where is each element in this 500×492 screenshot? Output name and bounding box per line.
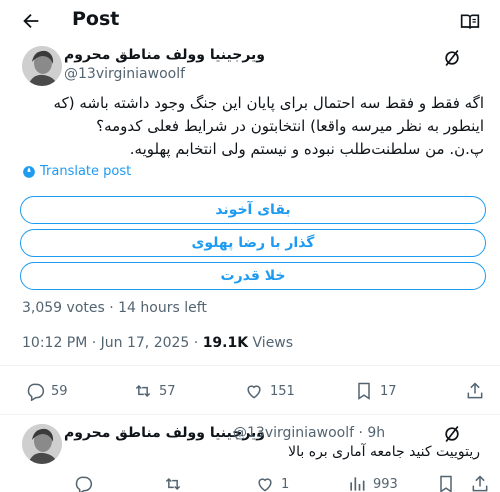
bookmark-icon	[440, 475, 452, 492]
post-text-line: اگه فقط و فقط سه احتمال برای پایان این ج…	[53, 94, 484, 112]
avatar[interactable]	[22, 424, 62, 464]
translate-label[interactable]: Translate post	[40, 164, 131, 179]
reply-bookmark-button[interactable]	[436, 474, 456, 492]
post-text-line: اینطور به نظر میرسه واقعا) انتخابتون در …	[96, 117, 484, 135]
reply-handle-time[interactable]: @13virginiawoolf · 9h	[233, 425, 385, 441]
poll-option-1[interactable]: بقای آخوند	[20, 196, 486, 224]
like-button[interactable]: 151	[244, 381, 295, 401]
poll-option-2[interactable]: گذار با رضا پهلوی	[20, 229, 486, 257]
reply-like-count: 1	[281, 476, 290, 492]
post-actions: 59 57 151 17	[0, 381, 500, 405]
post-time[interactable]: 10:12 PM · Jun 17, 2025 ·	[22, 335, 203, 351]
poll-meta: 3,059 votes · 14 hours left	[22, 300, 207, 316]
views-label: Views	[248, 335, 294, 351]
repost-count: 57	[159, 383, 176, 399]
repost-icon	[165, 477, 181, 491]
repost-button[interactable]: 57	[133, 381, 176, 401]
heart-icon	[247, 385, 261, 399]
repost-icon	[135, 384, 151, 398]
translate-icon	[23, 165, 35, 178]
reply-icon	[75, 476, 93, 492]
reply-like-button[interactable]: 1	[255, 474, 289, 492]
share-icon	[467, 382, 483, 399]
reply-share-button[interactable]	[470, 474, 490, 492]
reply-actions: 1 993	[0, 474, 500, 492]
post-text: اگه فقط و فقط سه احتمال برای پایان این ج…	[20, 92, 484, 161]
reply-views-count: 993	[373, 476, 398, 492]
author-handle[interactable]: @13virginiawoolf	[64, 66, 185, 82]
grok-icon[interactable]	[442, 424, 462, 444]
translate-post-link[interactable]: Translate post	[22, 164, 131, 179]
avatar[interactable]	[22, 46, 62, 86]
author-name[interactable]: ویرجینیا وولف مناطق محروم	[64, 47, 265, 63]
like-count: 151	[270, 383, 295, 399]
divider	[0, 365, 500, 366]
reply-icon	[27, 383, 45, 401]
poll-option-3[interactable]: خلا قدرت	[20, 262, 486, 290]
bookmark-count: 17	[380, 383, 397, 399]
grok-icon[interactable]	[442, 48, 462, 68]
bookmark-button[interactable]: 17	[354, 381, 397, 401]
top-bar: Post	[0, 0, 500, 42]
divider	[0, 414, 500, 415]
reply-text: ریتوییت کنید جامعه آماری بره بالا	[288, 444, 480, 460]
share-icon	[472, 475, 488, 492]
reply-repost-button[interactable]	[163, 474, 183, 492]
reply-views-button[interactable]: 993	[347, 474, 398, 492]
bookmark-icon	[358, 382, 370, 400]
share-button[interactable]	[465, 381, 485, 401]
open-book-icon[interactable]	[460, 12, 480, 32]
reply-button[interactable]: 59	[25, 381, 68, 401]
post-timestamp: 10:12 PM · Jun 17, 2025 · 19.1K Views	[22, 335, 293, 351]
analytics-icon	[350, 477, 365, 491]
heart-icon	[258, 478, 272, 492]
views-count: 19.1K	[202, 335, 249, 351]
reply-reply-button[interactable]	[73, 474, 93, 492]
post-text-line: پ.ن. من سلطنت‌طلب نبوده و نیستم ولی انتخ…	[129, 140, 484, 158]
arrow-left-icon[interactable]	[20, 10, 42, 32]
page-title: Post	[72, 8, 120, 30]
reply-count: 59	[51, 383, 68, 399]
